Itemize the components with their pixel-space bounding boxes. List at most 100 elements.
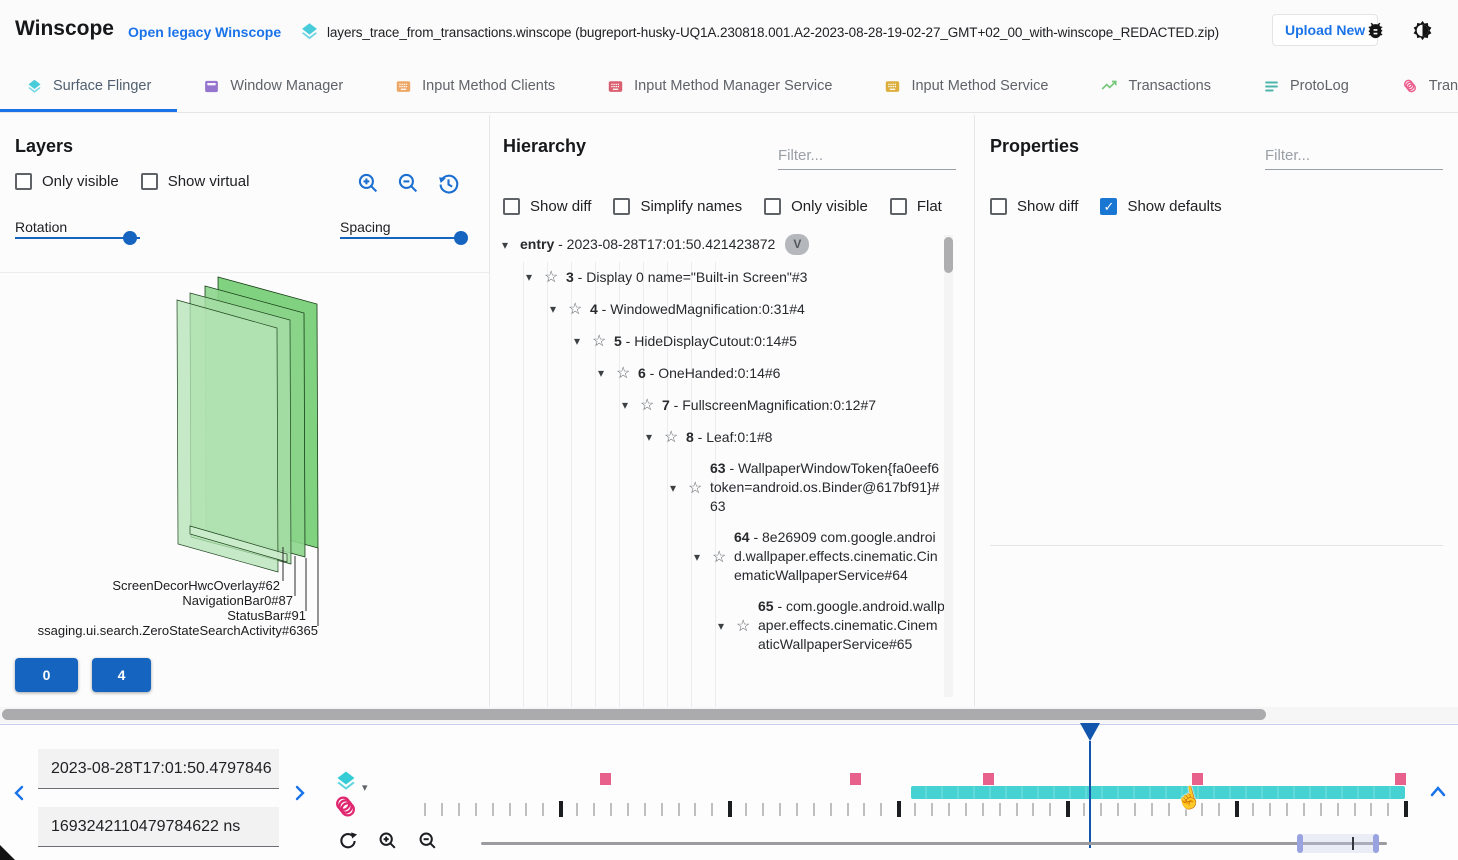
tab-protolog[interactable]: ProtoLog [1237,60,1375,112]
minimap-right-handle[interactable] [1373,834,1379,853]
protolog-icon [1263,78,1280,95]
open-legacy-link[interactable]: Open legacy Winscope [128,24,281,40]
timeline-cursor-handle[interactable] [1080,723,1100,741]
upload-new-button[interactable]: Upload New [1272,14,1378,46]
dark-mode-toggle-icon[interactable] [1411,19,1434,47]
tree-scrollbar-track[interactable] [944,235,953,697]
expand-timeline-chevron-icon[interactable] [1428,783,1448,804]
report-bug-icon[interactable] [1364,19,1387,47]
tree-node[interactable]: ▾ ☆ 63 - WallpaperWindowToken{fa0eef6 to… [498,459,945,516]
pin-star-icon[interactable]: ☆ [712,547,734,567]
ruler-tick [593,803,595,816]
transition-marker[interactable] [850,773,861,785]
pin-star-icon[interactable]: ☆ [616,363,638,383]
expand-toggle-icon[interactable]: ▾ [622,398,640,412]
pin-star-icon[interactable]: ☆ [736,616,758,636]
checkbox-label: Show diff [530,198,591,215]
hierarchy-checkbox-simplify-names[interactable]: Simplify names [613,198,742,215]
expand-toggle-icon[interactable]: ▾ [598,366,616,380]
tree-node[interactable]: ▾ ☆ 7 - FullscreenMagnification:0:12#7 [498,395,945,415]
expand-toggle-icon[interactable]: ▾ [694,550,712,564]
timestamp-ns-input[interactable]: 1693242110479784622 ns [38,807,279,847]
checkbox-box[interactable]: ✓ [1100,198,1117,215]
layer-label[interactable]: ScreenDecorHwcOverlay#62 [0,578,280,593]
tab-label: Surface Flinger [53,78,151,94]
tree-node[interactable]: ▾ ☆ 8 - Leaf:0:1#8 [498,427,945,447]
tab-input-method-service[interactable]: Input Method Service [858,60,1074,112]
transition-marker[interactable] [1192,773,1203,785]
expand-toggle-icon[interactable]: ▾ [526,270,544,284]
minimap-track[interactable] [481,842,1387,845]
tree-node[interactable]: ▾ ☆ 64 - 8e26909 com.google.android.wall… [498,528,945,585]
checkbox-box[interactable] [613,198,630,215]
properties-checkbox-show-defaults[interactable]: ✓ Show defaults [1100,198,1221,215]
ruler-tick [745,803,747,816]
expand-toggle-icon[interactable]: ▾ [670,481,688,495]
display-id-button[interactable]: 0 [15,658,78,692]
layer-label[interactable]: NavigationBar0#87 [0,593,293,608]
minimap-selection[interactable] [1300,834,1376,853]
tree-scrollbar-thumb[interactable] [944,237,953,273]
pin-star-icon[interactable]: ☆ [664,427,686,447]
hierarchy-checkbox-only-visible[interactable]: Only visible [764,198,868,215]
timestamp-human-input[interactable]: 2023-08-28T17:01:50.4797846 [38,749,279,789]
properties-checkbox-show-diff[interactable]: Show diff [990,198,1078,215]
zoom-in-icon[interactable] [378,831,398,856]
tab-surface-flinger[interactable]: Surface Flinger [0,60,177,112]
tree-node-label: 64 - 8e26909 com.google.android.wallpape… [734,528,945,585]
next-entry-button[interactable] [290,783,310,808]
chevron-down-icon[interactable]: ▾ [362,781,368,794]
ruler-tick [542,803,544,816]
refresh-icon[interactable] [338,831,358,856]
transition-marker[interactable] [1395,773,1406,785]
tab-window-manager[interactable]: Window Manager [177,60,369,112]
display-id-button[interactable]: 4 [92,658,151,692]
properties-filter-input[interactable] [1265,142,1443,170]
tab-input-method-clients[interactable]: Input Method Clients [369,60,581,112]
ruler-tick [863,803,865,816]
tree-node[interactable]: ▾ ☆ 4 - WindowedMagnification:0:31#4 [498,299,945,319]
pin-star-icon[interactable]: ☆ [568,299,590,319]
hierarchy-filter-input[interactable] [778,142,956,170]
layer-label[interactable]: StatusBar#91 [0,608,306,623]
tree-node[interactable]: ▾ entry - 2023-08-28T17:01:50.421423872V [498,234,945,255]
expand-toggle-icon[interactable]: ▾ [718,619,736,633]
expand-toggle-icon[interactable]: ▾ [574,334,592,348]
transition-marker[interactable] [983,773,994,785]
panel-divider [974,115,975,710]
hierarchy-checkbox-show-diff[interactable]: Show diff [503,198,591,215]
layers-icon [26,78,43,95]
tab-input-method-manager-service[interactable]: Input Method Manager Service [581,60,858,112]
tab-transactions[interactable]: Transactions [1074,60,1236,112]
ruler-tick [458,803,460,816]
pin-star-icon[interactable]: ☆ [640,395,662,415]
tab-transitions[interactable]: Transitions [1375,60,1458,112]
minimap-left-handle[interactable] [1297,834,1303,853]
pin-star-icon[interactable]: ☆ [592,331,614,351]
checkbox-box[interactable] [990,198,1007,215]
horizontal-scrollbar-thumb[interactable] [2,709,1266,720]
layer-label[interactable]: ssaging.ui.search.ZeroStateSearchActivit… [0,623,318,638]
tree-node-label: 6 - OneHanded:0:14#6 [638,364,780,383]
transition-marker[interactable] [600,773,611,785]
sf-active-range-bar[interactable] [911,786,1405,799]
tree-node[interactable]: ▾ ☆ 5 - HideDisplayCutout:0:14#5 [498,331,945,351]
expand-toggle-icon[interactable]: ▾ [550,302,568,316]
ruler-tick [576,803,578,816]
checkbox-box[interactable] [890,198,907,215]
tree-node[interactable]: ▾ ☆ 6 - OneHanded:0:14#6 [498,363,945,383]
checkbox-box[interactable] [503,198,520,215]
expand-toggle-icon[interactable]: ▾ [502,238,520,252]
tree-node[interactable]: ▾ ☆ 65 - com.google.android.wallpaper.ef… [498,597,945,654]
ruler-tick [948,803,950,816]
ruler-tick [1032,803,1034,816]
tree-node[interactable]: ▾ ☆ 3 - Display 0 name="Built-in Screen"… [498,267,945,287]
previous-entry-button[interactable] [10,783,30,808]
expand-toggle-icon[interactable]: ▾ [646,430,664,444]
checkbox-box[interactable] [764,198,781,215]
pin-star-icon[interactable]: ☆ [544,267,566,287]
hierarchy-checkbox-flat[interactable]: Flat [890,198,942,215]
pin-star-icon[interactable]: ☆ [688,478,710,498]
zoom-out-icon[interactable] [418,831,438,856]
timeline-cursor-line[interactable] [1089,741,1091,848]
